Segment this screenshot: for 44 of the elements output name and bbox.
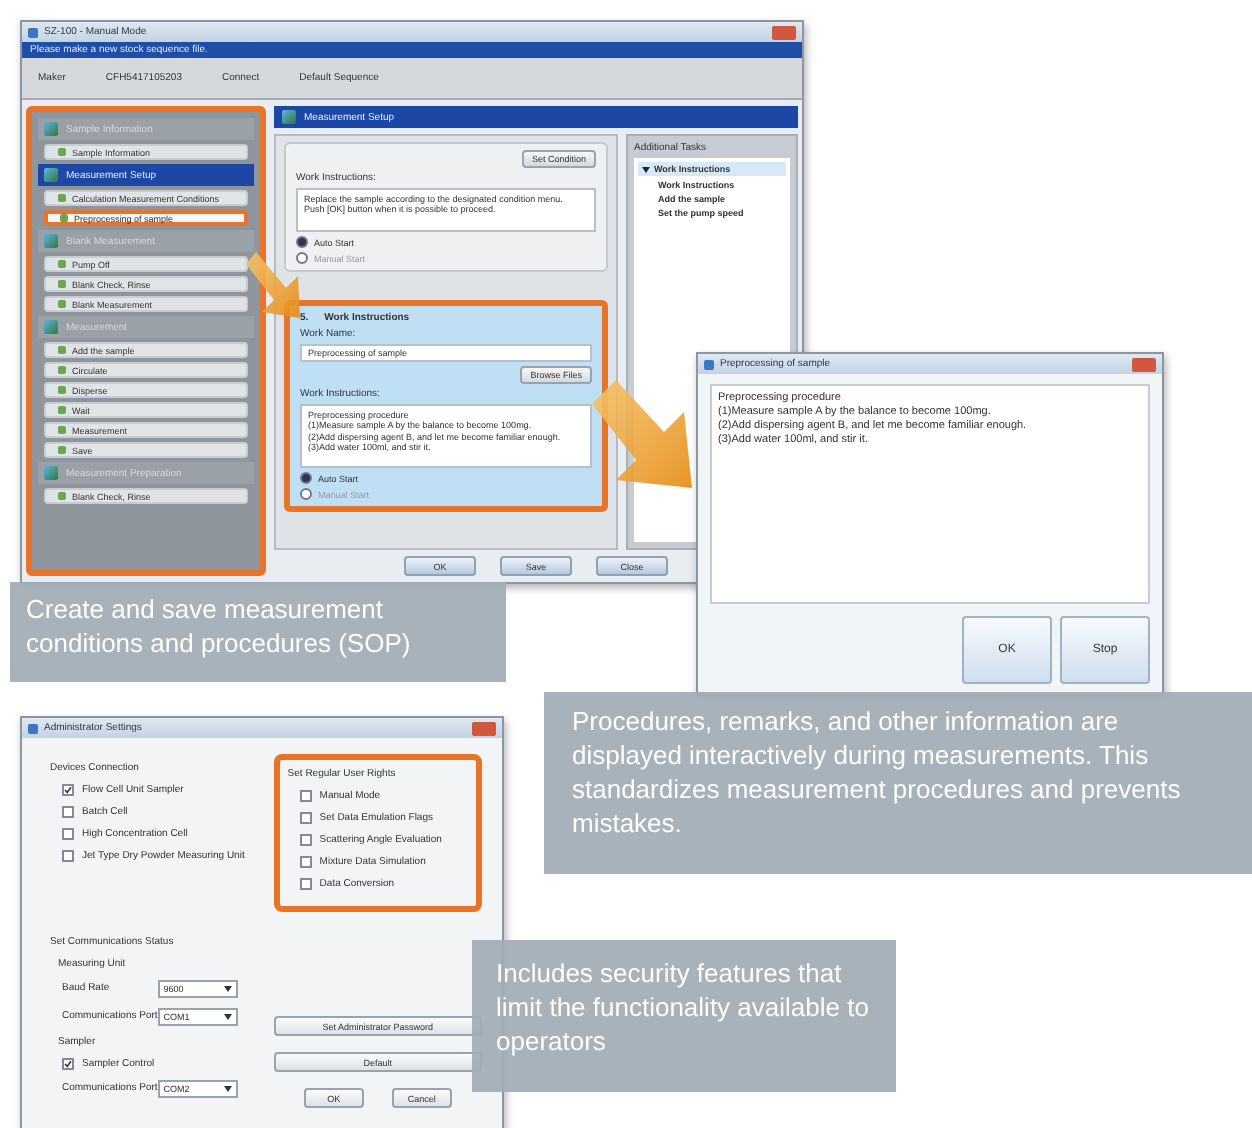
app-icon (28, 27, 38, 37)
pointer-arrow-drawing (592, 380, 696, 492)
item-icon (58, 346, 66, 354)
checkbox[interactable] (62, 806, 74, 818)
caption-text: Includes security features that limit the functionality available to operators (472, 940, 896, 1092)
item-icon (58, 366, 66, 374)
expand-caret-icon (642, 165, 650, 173)
checkbox[interactable] (299, 856, 312, 868)
checkbox[interactable] (62, 828, 74, 840)
caption-text: Create and save measurement conditions and procedures (SOP) (10, 582, 506, 682)
item-icon (58, 280, 66, 288)
panel-icon (282, 110, 296, 124)
item-icon (58, 492, 66, 500)
dropdown-caret-icon (223, 985, 232, 991)
checkbox[interactable] (299, 834, 312, 846)
group-icon (44, 168, 58, 182)
item-icon (58, 148, 66, 156)
group-icon (44, 320, 58, 334)
item-icon (58, 426, 66, 434)
close-button[interactable] (1132, 357, 1156, 371)
app-icon (28, 723, 38, 733)
close-button[interactable] (772, 25, 796, 39)
app-icon (704, 359, 714, 369)
item-icon (58, 446, 66, 454)
dropdown-caret-icon (223, 1013, 232, 1019)
close-button[interactable] (472, 721, 496, 735)
dropdown-caret-icon (223, 1085, 232, 1091)
item-icon (58, 386, 66, 394)
item-icon (58, 300, 66, 308)
group-icon (44, 466, 58, 480)
group-icon (44, 122, 58, 136)
checkbox[interactable] (62, 784, 74, 796)
checkbox[interactable] (62, 1057, 74, 1069)
item-icon (58, 194, 66, 202)
pointer-arrow-drawing (246, 252, 302, 320)
caption-text: Procedures, remarks, and other information are displayed interactively during measurements. This standardizes measurement procedures and prevents mistakes. (544, 692, 1252, 874)
checkbox[interactable] (299, 812, 312, 824)
item-icon (58, 260, 66, 268)
checkbox[interactable] (62, 850, 74, 862)
group-icon (44, 234, 58, 248)
checkbox[interactable] (299, 790, 312, 802)
item-icon (58, 406, 66, 414)
checkbox[interactable] (299, 878, 312, 890)
item-icon (60, 214, 68, 222)
